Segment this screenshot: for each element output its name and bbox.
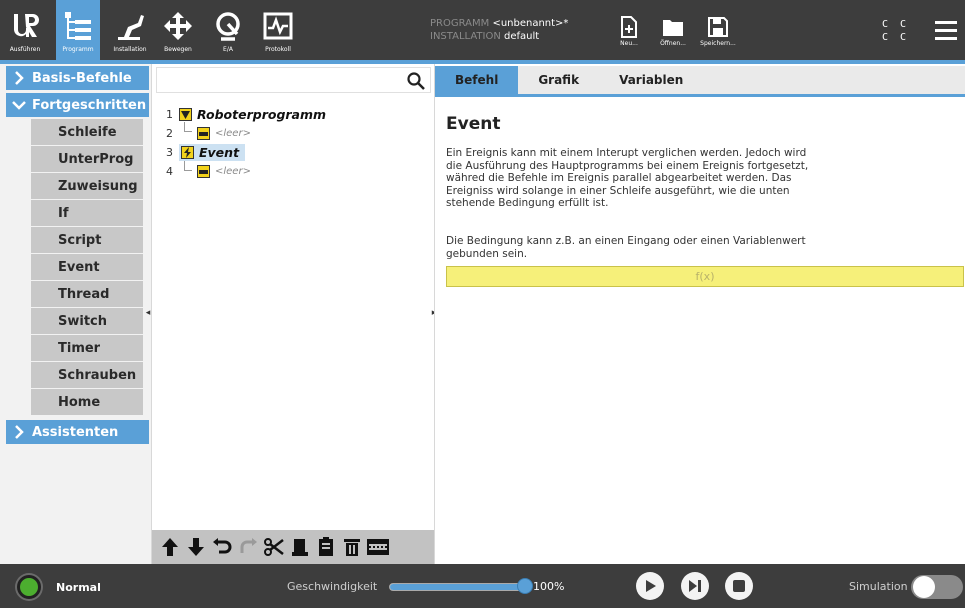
- tree-search-input[interactable]: [156, 67, 431, 93]
- chevron-right-icon: [15, 71, 24, 85]
- placeholder-node-icon: [197, 165, 210, 178]
- sidebar-item-subprog[interactable]: UnterProg: [31, 146, 143, 172]
- stop-button[interactable]: [725, 572, 753, 600]
- placeholder-node-icon: [197, 127, 210, 140]
- sidebar-item-script[interactable]: Script: [31, 227, 143, 253]
- page-title: Event: [446, 114, 501, 134]
- simulation-toggle-knob: [913, 576, 935, 598]
- ur-logo-icon: [11, 8, 39, 44]
- nav-program[interactable]: Programm: [56, 0, 100, 60]
- condition-description: Die Bedingung kann z.B. an einen Eingang…: [446, 235, 806, 260]
- bottom-bar: Normal Geschwindigkeit 100% Simulation: [0, 564, 965, 608]
- log-icon: [263, 8, 293, 44]
- sidebar-item-assignment[interactable]: Zuweisung: [31, 173, 143, 199]
- robot-status-icon[interactable]: [17, 575, 41, 599]
- simulation-label: Simulation: [849, 580, 908, 593]
- step-icon: [689, 580, 701, 592]
- nav-installation[interactable]: Installation: [107, 0, 153, 60]
- command-sidebar: Basis-Befehle Fortgeschritten Schleife U…: [0, 64, 151, 564]
- program-tree-icon: [63, 8, 93, 44]
- nav-run[interactable]: Ausführen: [6, 0, 44, 60]
- category-basic[interactable]: Basis-Befehle: [6, 66, 149, 90]
- sidebar-item-loop[interactable]: Schleife: [31, 119, 143, 145]
- installation-key: INSTALLATION: [430, 31, 501, 42]
- installation-name: default: [503, 31, 540, 42]
- move-down-arrow-icon[interactable]: [184, 535, 207, 559]
- play-icon: [646, 580, 656, 592]
- tab-underline: [435, 94, 965, 97]
- chevron-down-icon: [12, 101, 26, 110]
- speed-label: Geschwindigkeit: [287, 580, 378, 593]
- condition-expression-field[interactable]: f(x): [446, 266, 964, 287]
- chevron-right-icon: [15, 425, 24, 439]
- tree-node-event[interactable]: 3 Event: [152, 143, 432, 162]
- nav-log[interactable]: Protokoll: [258, 0, 298, 60]
- control-status-indicator[interactable]: C C C C: [882, 18, 909, 44]
- speed-slider-fill: [390, 584, 524, 590]
- open-button[interactable]: Öffnen...: [650, 0, 696, 60]
- speed-slider-handle[interactable]: [517, 578, 533, 594]
- search-icon[interactable]: [407, 72, 425, 90]
- io-icon: [212, 8, 244, 44]
- move-arrows-icon: [163, 8, 193, 44]
- cut-scissors-icon[interactable]: [262, 535, 285, 559]
- folder-icon: [662, 14, 684, 40]
- category-wizards[interactable]: Assistenten: [6, 420, 149, 444]
- tree-toolbar: [152, 530, 434, 564]
- sidebar-item-screwing[interactable]: Schrauben: [31, 362, 143, 388]
- nav-io[interactable]: E/A: [210, 0, 246, 60]
- detail-tabs: Befehl Grafik Variablen: [435, 66, 965, 94]
- speed-slider[interactable]: [389, 583, 525, 591]
- tree-node-robot-program[interactable]: 1 Roboterprogramm: [152, 105, 432, 124]
- delete-trash-icon[interactable]: [340, 535, 363, 559]
- sidebar-item-switch[interactable]: Switch: [31, 308, 143, 334]
- save-icon: [708, 14, 728, 40]
- step-button[interactable]: [681, 572, 709, 600]
- event-description: Ein Ereignis kann mit einem Interupt ver…: [446, 147, 809, 209]
- tree-node-empty[interactable]: 2 <leer>: [152, 124, 432, 143]
- tree-node-empty[interactable]: 4 <leer>: [152, 162, 432, 181]
- paste-clipboard-icon[interactable]: [314, 535, 337, 559]
- redo-icon[interactable]: [236, 535, 259, 559]
- sidebar-item-thread[interactable]: Thread: [31, 281, 143, 307]
- stop-icon: [733, 580, 745, 592]
- robot-status-label: Normal: [56, 581, 101, 594]
- sidebar-item-timer[interactable]: Timer: [31, 335, 143, 361]
- category-advanced[interactable]: Fortgeschritten: [6, 93, 149, 117]
- program-tree-panel: 1 Roboterprogramm 2 <leer> 3 Event 4 <le…: [151, 64, 436, 564]
- new-file-icon: [620, 14, 638, 40]
- tab-variables[interactable]: Variablen: [599, 66, 703, 94]
- lightning-icon: [181, 146, 194, 159]
- hamburger-menu-icon[interactable]: [934, 18, 958, 42]
- installation-icon: [114, 8, 146, 44]
- tab-command[interactable]: Befehl: [435, 66, 519, 94]
- move-up-arrow-icon[interactable]: [158, 535, 181, 559]
- detail-panel: Befehl Grafik Variablen Event Ein Ereign…: [434, 64, 965, 564]
- top-bar: Ausführen Programm Installation Bewegen: [0, 0, 965, 60]
- new-button[interactable]: Neu...: [606, 0, 652, 60]
- program-key: PROGRAMM: [430, 18, 490, 29]
- program-name: <unbenannt>*: [492, 18, 569, 29]
- tab-graphics[interactable]: Grafik: [518, 66, 599, 94]
- triangle-down-icon: [179, 108, 192, 121]
- play-button[interactable]: [636, 572, 664, 600]
- sidebar-item-if[interactable]: If: [31, 200, 143, 226]
- suppress-node-icon[interactable]: [366, 535, 389, 559]
- sidebar-item-home[interactable]: Home: [31, 389, 143, 415]
- sidebar-item-event[interactable]: Event: [31, 254, 143, 280]
- save-button[interactable]: Speichern...: [695, 0, 741, 60]
- nav-move[interactable]: Bewegen: [160, 0, 196, 60]
- app-window: Ausführen Programm Installation Bewegen: [0, 0, 965, 608]
- undo-icon[interactable]: [210, 535, 233, 559]
- copy-icon[interactable]: [288, 535, 311, 559]
- program-info: PROGRAMM <unbenannt>* INSTALLATION defau…: [430, 17, 568, 43]
- speed-value: 100%: [533, 580, 565, 593]
